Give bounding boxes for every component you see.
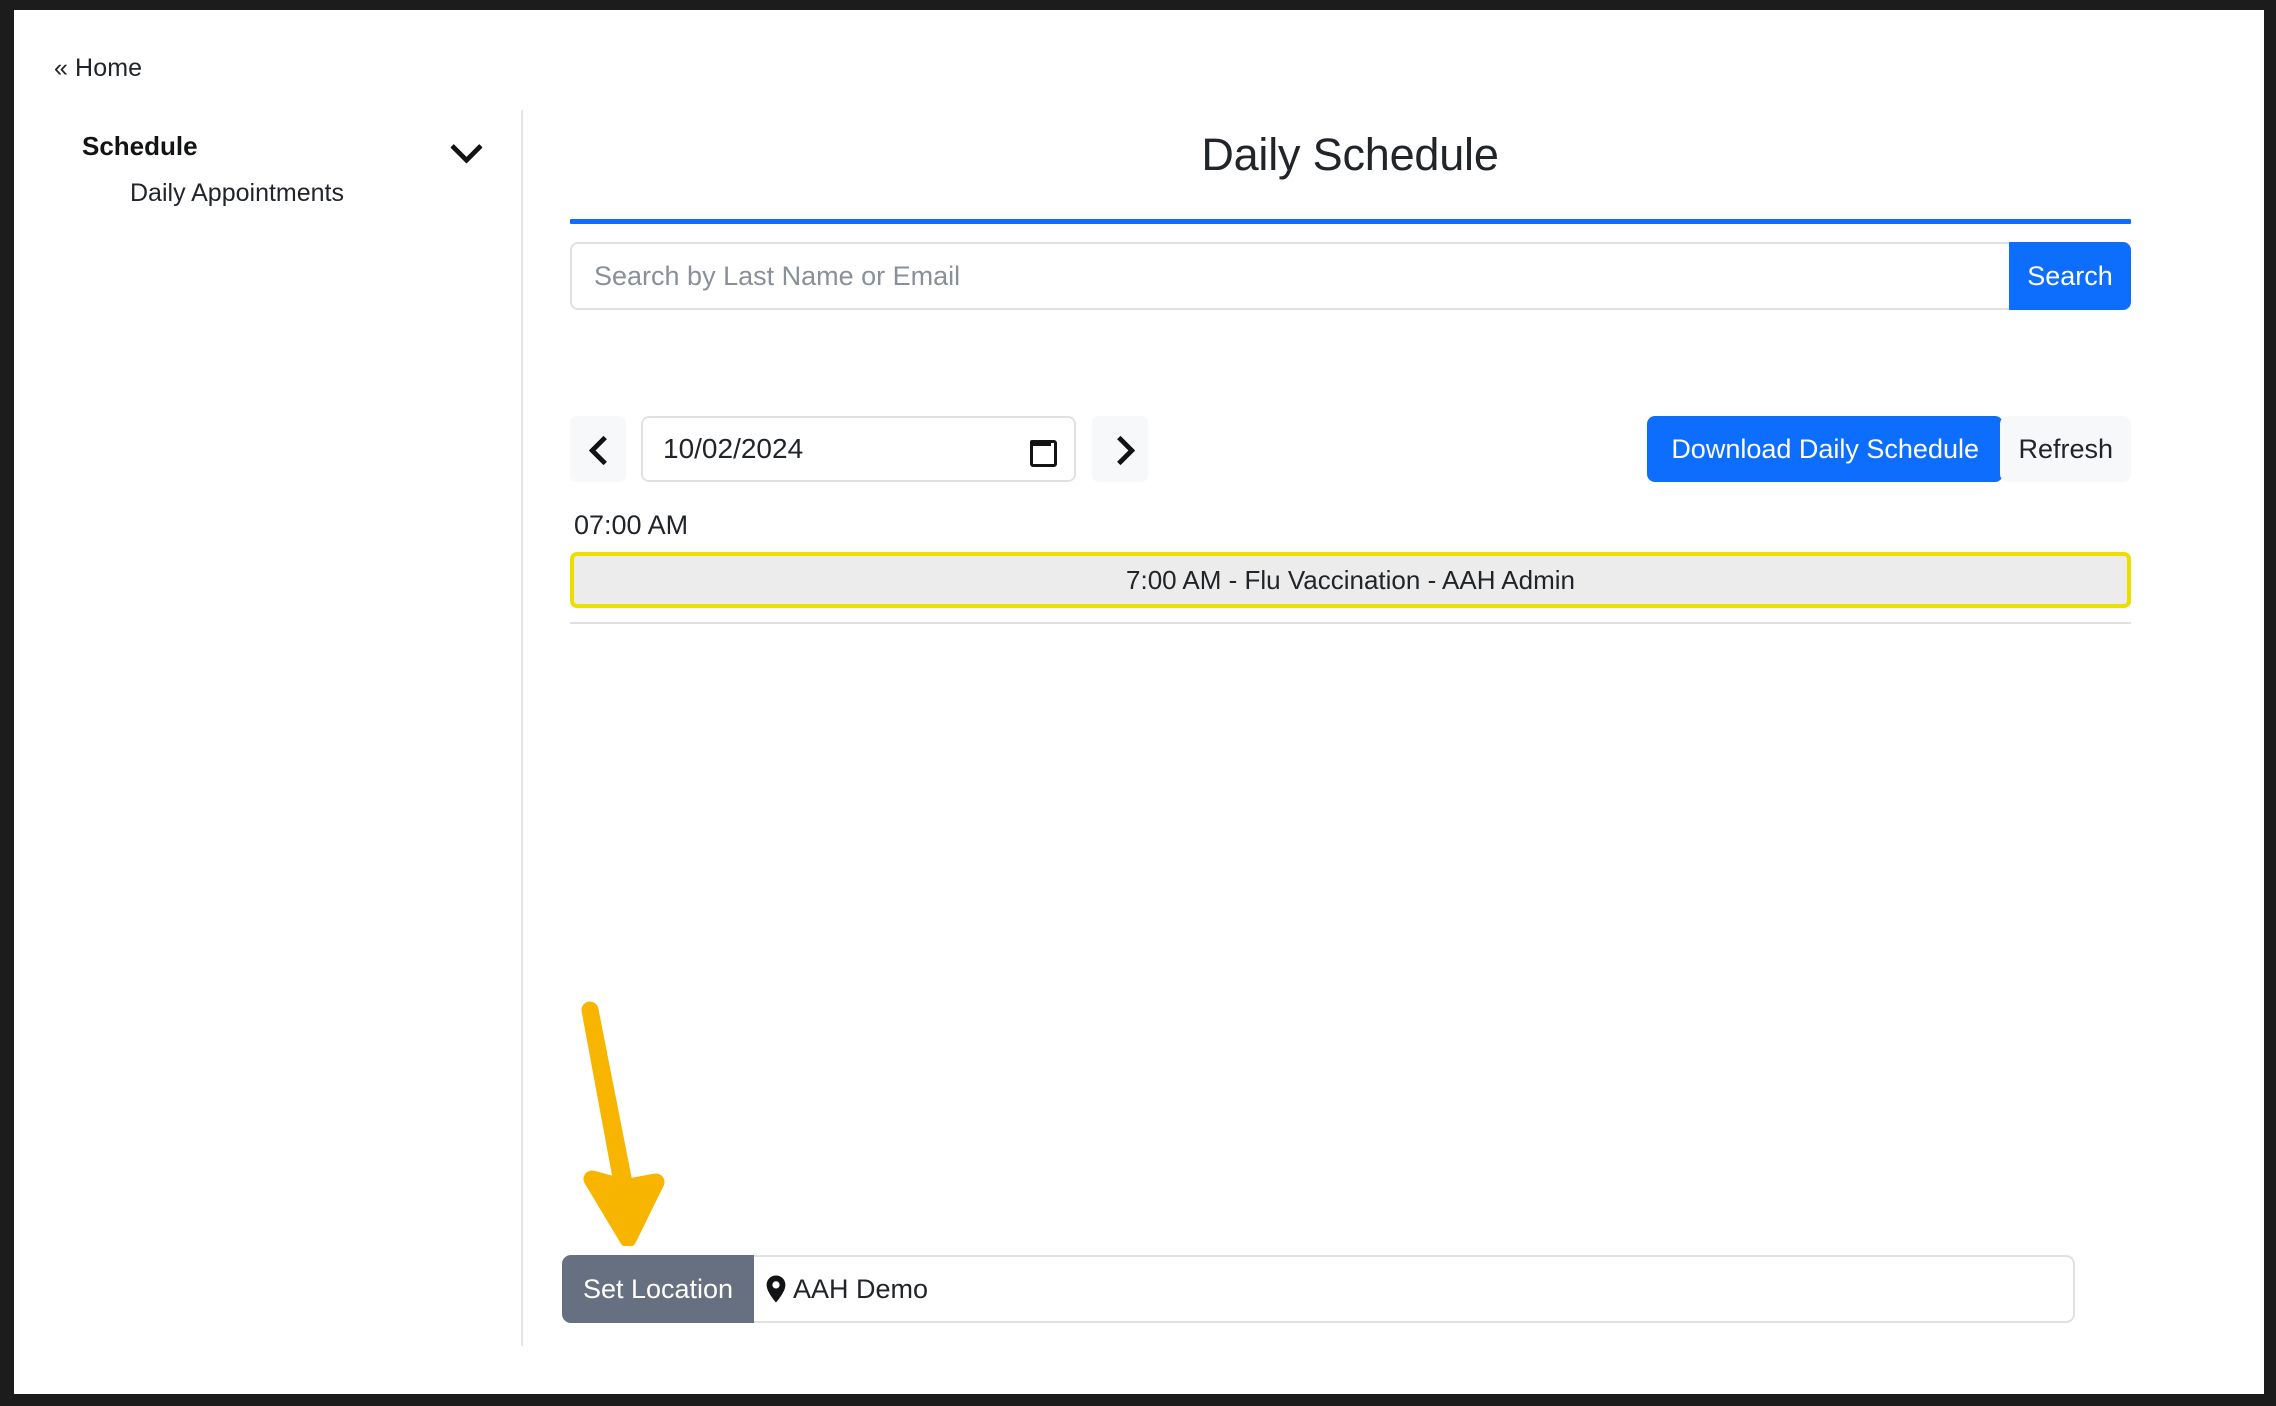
schedule-list: 07:00 AM 7:00 AM - Flu Vaccination - AAH… (570, 510, 2131, 624)
time-slot-label: 07:00 AM (574, 510, 689, 540)
sidebar-group-schedule[interactable]: Schedule (82, 130, 482, 162)
main-panel: Daily Schedule Search 10/02/2024 Downloa… (522, 106, 2264, 1394)
title-accent-rule (570, 219, 2131, 224)
previous-day-button[interactable] (570, 416, 626, 482)
page-title: Daily Schedule (1201, 129, 1499, 180)
breadcrumb-home-link[interactable]: « Home (54, 54, 142, 83)
date-input[interactable]: 10/02/2024 (641, 416, 1076, 482)
appointment-card[interactable]: 7:00 AM - Flu Vaccination - AAH Admin (570, 552, 2131, 608)
location-bar: Set Location AAH Demo (562, 1255, 2075, 1323)
search-input[interactable] (570, 242, 2009, 310)
calendar-icon[interactable] (1028, 435, 1057, 467)
date-nav-row: 10/02/2024 Download Daily Schedule Refre… (570, 416, 2131, 482)
sidebar-group-label: Schedule (82, 130, 198, 161)
next-day-button[interactable] (1092, 416, 1148, 482)
date-input-value: 10/02/2024 (663, 433, 804, 464)
time-slot-divider (570, 622, 2131, 624)
set-location-button[interactable]: Set Location (562, 1255, 754, 1323)
chevron-down-icon (450, 130, 482, 162)
download-daily-schedule-button[interactable]: Download Daily Schedule (1647, 416, 2003, 482)
sidebar-item-daily-appointments[interactable]: Daily Appointments (130, 179, 344, 208)
current-location-display: AAH Demo (754, 1255, 2075, 1323)
chevron-right-icon (1110, 439, 1130, 459)
location-name: AAH Demo (793, 1273, 929, 1304)
screen-frame: « Home Schedule Daily Appointments Daily… (0, 0, 2276, 1406)
search-row: Search (570, 242, 2131, 310)
search-button[interactable]: Search (2009, 242, 2131, 310)
chevron-left-icon (588, 439, 608, 459)
map-pin-icon (766, 1275, 786, 1303)
refresh-button[interactable]: Refresh (2000, 416, 2131, 482)
sidebar: Schedule Daily Appointments (14, 106, 522, 1344)
page-root: « Home Schedule Daily Appointments Daily… (14, 10, 2264, 1394)
